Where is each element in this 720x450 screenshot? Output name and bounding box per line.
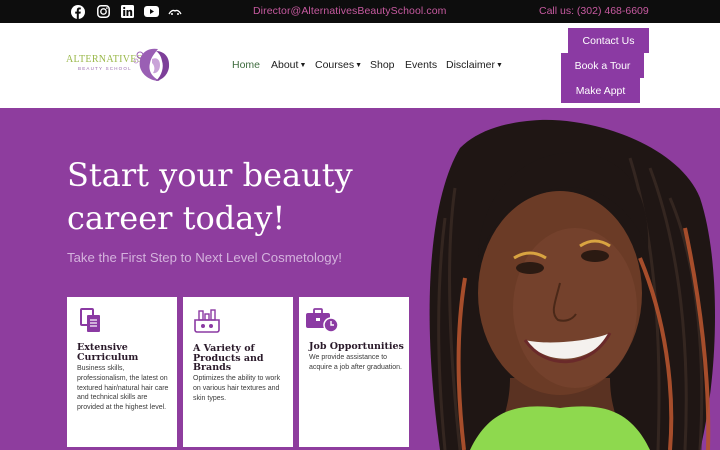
make-appt-button[interactable]: Make Appt xyxy=(561,78,640,103)
top-bar: Director@AlternativesBeautySchool.com Ca… xyxy=(0,0,720,23)
linkedin-icon[interactable] xyxy=(119,4,135,19)
nav-about[interactable]: About▼ xyxy=(271,59,306,71)
hero-section: Start your beauty career today! Take the… xyxy=(0,108,720,450)
site-header: ALTERNATIVES BEAUTY SCHOOL Home About▼ C… xyxy=(0,23,720,109)
phone-link[interactable]: Call us: (302) 468-6609 xyxy=(539,5,649,17)
nav-disclaimer[interactable]: Disclaimer▼ xyxy=(446,59,503,71)
chevron-down-icon: ▼ xyxy=(355,62,363,69)
nav-courses[interactable]: Courses▼ xyxy=(315,59,362,71)
nav-shop[interactable]: Shop xyxy=(370,59,395,71)
instagram-icon[interactable] xyxy=(95,4,111,19)
nav-disclaimer-label: Disclaimer xyxy=(446,59,496,71)
briefcase-clock-icon xyxy=(306,308,339,333)
hero-subtitle: Take the First Step to Next Level Cosmet… xyxy=(67,250,342,265)
book-a-tour-button[interactable]: Book a Tour xyxy=(561,53,644,78)
facebook-icon[interactable] xyxy=(70,4,86,19)
logo-subtext: BEAUTY SCHOOL xyxy=(78,66,132,71)
site-logo[interactable]: ALTERNATIVES BEAUTY SCHOOL xyxy=(66,45,176,85)
hero-title: Start your beauty career today! xyxy=(67,156,353,237)
card-title-line: Curriculum xyxy=(77,351,139,363)
card-body: We provide assistance to acquire a job a… xyxy=(309,354,403,371)
card-title: Extensive Curriculum xyxy=(77,343,138,362)
chevron-down-icon: ▼ xyxy=(496,62,503,69)
feature-card-curriculum: Extensive Curriculum Business skills, pr… xyxy=(67,297,177,447)
email-link[interactable]: Director@AlternativesBeautySchool.com xyxy=(253,5,447,17)
yelp-icon[interactable] xyxy=(167,4,183,19)
beauty-products-icon xyxy=(194,309,220,333)
feature-card-jobs: Job Opportunities We provide assistance … xyxy=(299,297,409,447)
card-title: A Variety of Products and Brands xyxy=(193,344,264,373)
nav-home[interactable]: Home xyxy=(232,59,260,71)
card-title: Job Opportunities xyxy=(309,342,404,352)
nav-courses-label: Courses xyxy=(315,59,355,71)
student-photo xyxy=(429,119,715,450)
chevron-down-icon: ▼ xyxy=(299,62,307,69)
nav-about-label: About xyxy=(271,59,299,71)
logo-face-icon xyxy=(133,48,170,81)
card-title-line: Brands xyxy=(193,362,232,373)
youtube-icon[interactable] xyxy=(143,4,159,19)
card-title-line: Job Opportunities xyxy=(309,341,404,352)
card-body: Business skills, professionalism, the la… xyxy=(77,365,169,412)
card-body: Optimizes the ability to work on various… xyxy=(193,375,281,402)
contact-us-button[interactable]: Contact Us xyxy=(568,28,649,53)
nav-events[interactable]: Events xyxy=(405,59,437,71)
feature-card-products: A Variety of Products and Brands Optimiz… xyxy=(183,297,293,447)
documents-icon xyxy=(80,308,100,332)
